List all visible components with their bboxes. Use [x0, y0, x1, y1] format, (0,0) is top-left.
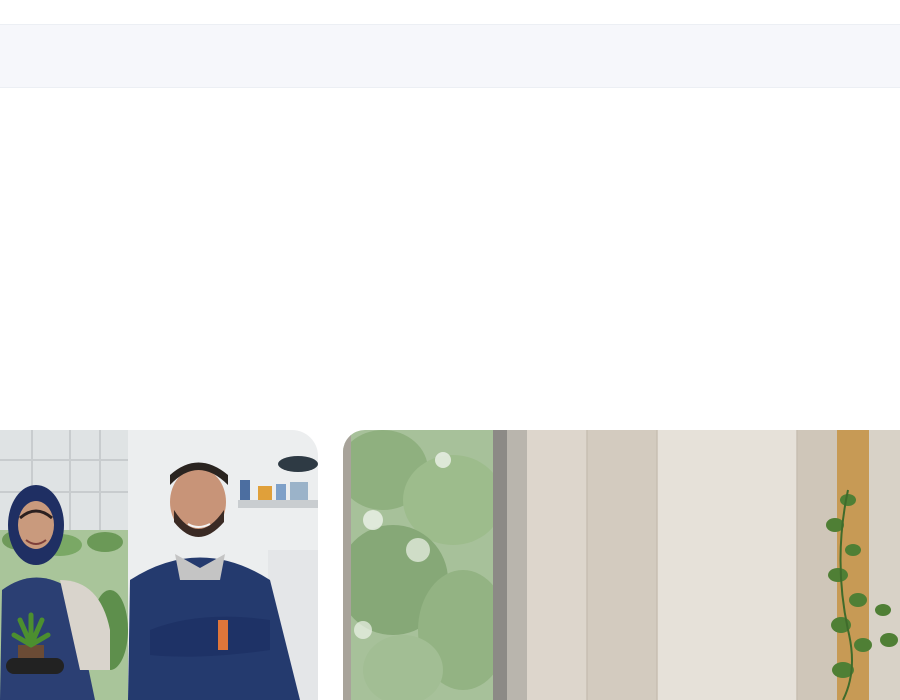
greenhouse-team-photo-card[interactable] [0, 430, 318, 700]
greenhouse-team-photo [0, 430, 318, 700]
interior-window-plant-photo-card[interactable] [343, 430, 900, 700]
interior-window-plant-photo [343, 430, 900, 700]
search-bar-band[interactable] [0, 24, 900, 88]
page [0, 0, 900, 700]
content-area [0, 88, 900, 430]
top-strip [0, 0, 900, 24]
